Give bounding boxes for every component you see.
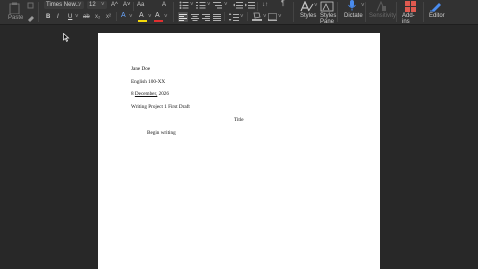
sensitivity-label: Sensitivity — [369, 13, 397, 19]
ribbon-separator — [133, 2, 134, 11]
numbering-icon[interactable] — [196, 1, 206, 9]
ribbon-separator — [337, 2, 338, 22]
paste-label: Paste — [8, 15, 24, 21]
bullets-icon[interactable] — [179, 1, 189, 9]
format-painter-icon[interactable] — [27, 15, 35, 22]
author-name[interactable]: Jane Doe — [131, 66, 150, 72]
bold-button[interactable]: B — [46, 14, 50, 20]
subscript-button[interactable]: x₂ — [95, 14, 100, 20]
styles-pane-label: Styles Pane — [320, 13, 337, 25]
justify-icon[interactable] — [213, 13, 221, 21]
pilcrow-icon[interactable]: ¶ — [281, 0, 285, 7]
styles-pane-icon — [320, 1, 334, 12]
italic-button[interactable]: I — [57, 14, 59, 20]
font-size-dropdown[interactable]: 12 ˅ — [87, 1, 107, 9]
chevron-down-icon[interactable]: ˅ — [207, 2, 211, 8]
strikethrough-button[interactable]: ab — [83, 14, 90, 20]
styles-label: Styles — [300, 13, 317, 19]
ribbon-toolbar: Paste Times New... ˅ 12 ˅ A^ A˅ Aa A B I… — [0, 0, 478, 25]
body-text[interactable]: Begin writing — [147, 130, 176, 136]
editor-pen-icon — [430, 3, 441, 12]
styles-icon — [300, 1, 314, 12]
align-right-icon[interactable] — [202, 13, 210, 21]
font-name-dropdown[interactable]: Times New... ˅ — [44, 1, 84, 9]
font-size-value: 12 — [89, 2, 96, 8]
decrease-indent-icon[interactable] — [233, 1, 243, 9]
borders-icon[interactable] — [268, 13, 277, 21]
ribbon-separator — [247, 12, 248, 21]
date-year: 2026 — [158, 91, 169, 97]
dictate-label: Dictate — [344, 13, 363, 19]
highlight-button[interactable]: A — [138, 12, 147, 22]
chevron-down-icon[interactable]: ˅ — [164, 14, 168, 20]
font-name-value: Times New... — [46, 2, 81, 8]
highlight-color-bar — [138, 20, 147, 22]
align-center-icon[interactable] — [191, 13, 199, 21]
date-day: 8 — [131, 91, 134, 97]
superscript-button[interactable]: x² — [106, 14, 111, 20]
styles-pane-button[interactable]: Styles Pane — [318, 0, 337, 25]
assignment-name[interactable]: Writing Project 1 First Draft — [131, 104, 190, 110]
grow-font-button[interactable]: A^ — [111, 2, 118, 8]
ribbon-separator — [396, 2, 397, 22]
sort-icon[interactable]: ↓↑ — [262, 2, 268, 8]
chevron-down-icon[interactable]: ˅ — [190, 2, 194, 8]
chevron-down-icon[interactable]: ˅ — [148, 14, 152, 20]
date-line[interactable]: 8 December, 2026 — [131, 91, 169, 97]
font-color-bar — [154, 20, 163, 22]
copy-icon[interactable] — [27, 2, 35, 9]
document-page[interactable]: Jane Doe English 100-XX 8 December, 2026… — [98, 33, 380, 269]
editor-button[interactable]: Editor — [427, 0, 447, 24]
addins-label: Add-ins — [402, 13, 415, 25]
ribbon-separator — [224, 12, 225, 21]
font-color-icon: A — [155, 12, 160, 19]
font-color-button[interactable]: A — [154, 12, 163, 22]
chevron-down-icon[interactable]: ˅ — [361, 3, 365, 9]
clipboard-icon — [9, 2, 20, 14]
sensitivity-button[interactable]: Sensitivity — [368, 0, 397, 24]
underline-button[interactable]: U — [68, 14, 72, 20]
ribbon-separator — [116, 12, 117, 21]
multilevel-list-icon[interactable] — [213, 1, 223, 9]
chevron-down-icon: ˅ — [78, 2, 82, 8]
course-name[interactable]: English 100-XX — [131, 79, 165, 85]
mouse-pointer-icon — [63, 33, 70, 42]
ribbon-separator — [173, 2, 174, 22]
change-case-icon[interactable]: Aa — [137, 2, 144, 8]
chevron-down-icon[interactable]: ˅ — [314, 3, 318, 9]
chevron-down-icon[interactable]: ˅ — [278, 14, 282, 20]
ribbon-separator — [423, 2, 424, 22]
clear-formatting-button[interactable]: A — [162, 2, 166, 8]
chevron-down-icon[interactable]: ˅ — [129, 14, 133, 20]
align-left-button[interactable] — [178, 12, 188, 22]
chevron-down-icon[interactable]: ˅ — [240, 14, 244, 20]
chevron-down-icon: ˅ — [101, 2, 105, 8]
ribbon-separator — [293, 2, 294, 22]
ribbon-separator — [365, 2, 366, 22]
line-spacing-icon[interactable] — [229, 13, 239, 21]
addins-icon — [405, 1, 416, 12]
align-left-icon — [179, 13, 187, 21]
document-title[interactable]: Title — [234, 117, 244, 123]
sensitivity-icon — [376, 1, 386, 12]
microphone-icon — [348, 0, 356, 11]
shading-icon[interactable] — [252, 12, 262, 21]
date-month: December, — [134, 91, 158, 97]
chevron-down-icon[interactable]: ˅ — [263, 14, 267, 20]
editor-label: Editor — [429, 13, 445, 19]
shrink-font-button[interactable]: A˅ — [123, 2, 131, 8]
highlighter-icon: A — [139, 12, 144, 19]
ribbon-separator — [257, 2, 258, 11]
addins-button[interactable]: Add-ins — [400, 0, 422, 25]
chevron-down-icon[interactable]: ˅ — [75, 14, 79, 20]
increase-indent-icon[interactable] — [245, 1, 255, 9]
ribbon-separator — [38, 2, 39, 22]
chevron-down-icon[interactable]: ˅ — [224, 2, 228, 8]
paste-button[interactable]: Paste — [4, 1, 24, 23]
text-effects-button[interactable]: A — [121, 12, 126, 19]
